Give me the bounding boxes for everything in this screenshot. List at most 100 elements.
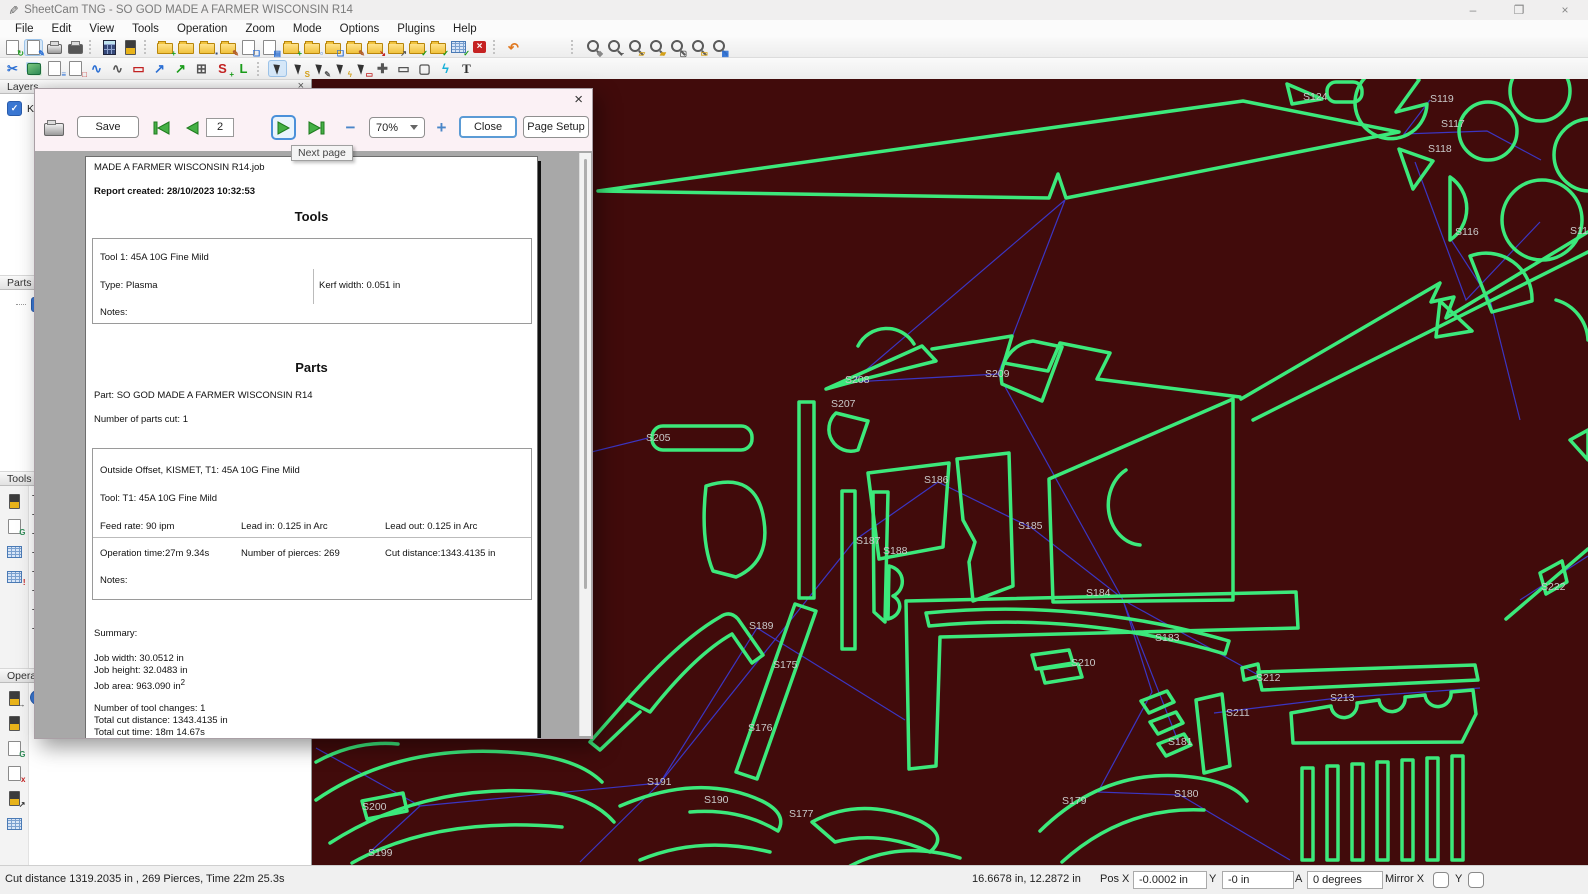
menu-zoom[interactable]: Zoom xyxy=(236,23,283,35)
pan-move-icon[interactable]: ✚ xyxy=(373,60,392,77)
menu-mode[interactable]: Mode xyxy=(284,23,331,35)
page-number-input[interactable]: 2 xyxy=(206,118,234,137)
verify-parts-icon[interactable]: ✓ xyxy=(407,39,426,56)
zoom-out-button[interactable]: − xyxy=(340,117,361,138)
next-page-tooltip: Next page xyxy=(291,145,353,161)
edit-contour-red-icon[interactable]: ▭ xyxy=(129,60,148,77)
edit-job-options-icon[interactable]: ✎ xyxy=(218,39,237,56)
prev-page-button[interactable] xyxy=(180,115,205,140)
op-delete-icon[interactable]: x xyxy=(5,765,24,782)
open-part-icon[interactable]: ▫ xyxy=(302,39,321,56)
post-process-icon[interactable] xyxy=(66,39,85,56)
menu-view[interactable]: View xyxy=(80,23,123,35)
op-table-icon[interactable] xyxy=(5,815,24,832)
zoom-all-parts-icon[interactable]: ▰ xyxy=(645,39,664,56)
status-bar: Cut distance 1319.2035 in , 269 Pierces,… xyxy=(0,865,1588,894)
pos-x-input[interactable]: -0.0002 in xyxy=(1133,871,1207,889)
next-page-button[interactable] xyxy=(271,115,296,140)
page-setup-button[interactable]: Page Setup xyxy=(523,116,589,138)
close-preview-button[interactable]: Close xyxy=(459,116,517,138)
icon-badge: ✓ xyxy=(421,50,428,58)
smooth-polyline-icon[interactable]: ∿ xyxy=(108,60,127,77)
close-button[interactable]: × xyxy=(1542,0,1588,20)
edit-polyline-icon[interactable]: ∿ xyxy=(87,60,106,77)
zoom-sheet-icon[interactable]: ▭ xyxy=(687,39,706,56)
import-part-icon[interactable]: ↘ xyxy=(365,39,384,56)
mirror-x-checkbox[interactable] xyxy=(1433,872,1449,888)
zoom-select[interactable]: 70% xyxy=(369,117,425,138)
zoom-in-icon[interactable]: ◆ xyxy=(582,39,601,56)
op-start-icon[interactable]: ↗ xyxy=(5,790,24,807)
export-part-icon[interactable]: ↗ xyxy=(386,39,405,56)
paste-part-icon[interactable]: ▤ xyxy=(260,39,279,56)
preview-scrollbar[interactable] xyxy=(579,153,591,736)
open-job-file-icon[interactable] xyxy=(176,39,195,56)
tool-table-icon[interactable] xyxy=(5,543,24,560)
layers-icon[interactable] xyxy=(24,60,43,77)
menu-options[interactable]: Options xyxy=(331,23,389,35)
first-page-button[interactable] xyxy=(149,115,174,140)
contour-cursor-icon[interactable]: ▭ xyxy=(352,60,371,77)
copy-part-icon[interactable]: ❑ xyxy=(239,39,258,56)
scrollbar-thumb[interactable] xyxy=(584,159,587,589)
path-corner-icon[interactable]: L xyxy=(234,60,253,77)
last-page-button[interactable] xyxy=(303,115,328,140)
simulate-icon[interactable]: ϟ xyxy=(436,60,455,77)
start-point-icon[interactable]: S+ xyxy=(213,60,232,77)
op-run-icon[interactable]: → xyxy=(5,690,24,707)
save-job-icon[interactable]: ▪ xyxy=(197,39,216,56)
calculator-icon[interactable] xyxy=(100,39,119,56)
edit-part-icon[interactable]: ✎ xyxy=(344,39,363,56)
op-gcode-icon[interactable]: G xyxy=(5,740,24,757)
job-options-icon[interactable]: ≡ xyxy=(45,60,64,77)
menu-plugins[interactable]: Plugins xyxy=(388,23,444,35)
zoom-window-icon[interactable]: ▢ xyxy=(666,39,685,56)
menu-operation[interactable]: Operation xyxy=(168,23,237,35)
delete-part-icon[interactable]: × xyxy=(470,39,489,56)
dialog-close-icon[interactable]: × xyxy=(574,92,583,107)
set-start-cursor-icon[interactable]: S xyxy=(289,60,308,77)
new-job-icon[interactable]: + xyxy=(155,39,174,56)
zoom-in-button[interactable]: + xyxy=(431,117,452,138)
edit-path-cursor-icon[interactable]: ✎ xyxy=(310,60,329,77)
zoom-out-icon[interactable]: − xyxy=(603,39,622,56)
menu-tools[interactable]: Tools xyxy=(123,23,168,35)
duplicate-part-icon[interactable]: ❑ xyxy=(323,39,342,56)
pos-y-input[interactable]: -0 in xyxy=(1222,871,1294,889)
add-part-icon[interactable]: + xyxy=(281,39,300,56)
edit-job-icon[interactable]: ✎ xyxy=(24,39,43,56)
undo-icon[interactable]: ↶ xyxy=(504,39,523,56)
menu-edit[interactable]: Edit xyxy=(43,23,81,35)
save-button[interactable]: Save xyxy=(77,116,139,138)
text-icon[interactable]: T xyxy=(457,60,476,77)
tool-warning-icon[interactable]: ! xyxy=(5,568,24,585)
mirror-y-checkbox[interactable] xyxy=(1468,872,1484,888)
move-part-icon[interactable]: ↗ xyxy=(150,60,169,77)
restore-button[interactable]: ❐ xyxy=(1496,0,1542,20)
zoom-part-icon[interactable]: ▱ xyxy=(624,39,643,56)
minimize-button[interactable]: – xyxy=(1450,0,1496,20)
angle-input[interactable]: 0 degrees xyxy=(1307,871,1383,889)
verify-part-icon[interactable]: ✓ xyxy=(428,39,447,56)
select-region-icon[interactable]: ▢ xyxy=(415,60,434,77)
tool-bit-icon[interactable] xyxy=(5,493,24,510)
contour-tools-icon[interactable]: ✂ xyxy=(3,60,22,77)
layer-checkbox[interactable]: ✓ xyxy=(7,101,22,116)
machine-bed-icon[interactable]: ⊞ xyxy=(192,60,211,77)
measure-rect-icon[interactable]: ▭ xyxy=(394,60,413,77)
nest-parts-icon[interactable]: ✓ xyxy=(449,39,468,56)
edit-tool-icon[interactable] xyxy=(121,39,140,56)
op-tool-icon[interactable] xyxy=(5,715,24,732)
preview-print-button[interactable] xyxy=(41,115,66,140)
menu-file[interactable]: File xyxy=(6,23,43,35)
print-icon[interactable] xyxy=(45,39,64,56)
contour-copy-icon[interactable]: □ xyxy=(66,60,85,77)
rotate-part-icon[interactable]: ↗ xyxy=(171,60,190,77)
select-cursor-icon[interactable] xyxy=(268,60,287,77)
menu-help[interactable]: Help xyxy=(444,23,486,35)
undo-icon: ↶ xyxy=(508,41,519,54)
zoom-machine-icon[interactable]: ▦ xyxy=(708,39,727,56)
quick-edit-cursor-icon[interactable]: ϟ xyxy=(331,60,350,77)
open-job-icon[interactable]: ↻ xyxy=(3,39,22,56)
gcode-tool-icon[interactable]: G xyxy=(5,518,24,535)
